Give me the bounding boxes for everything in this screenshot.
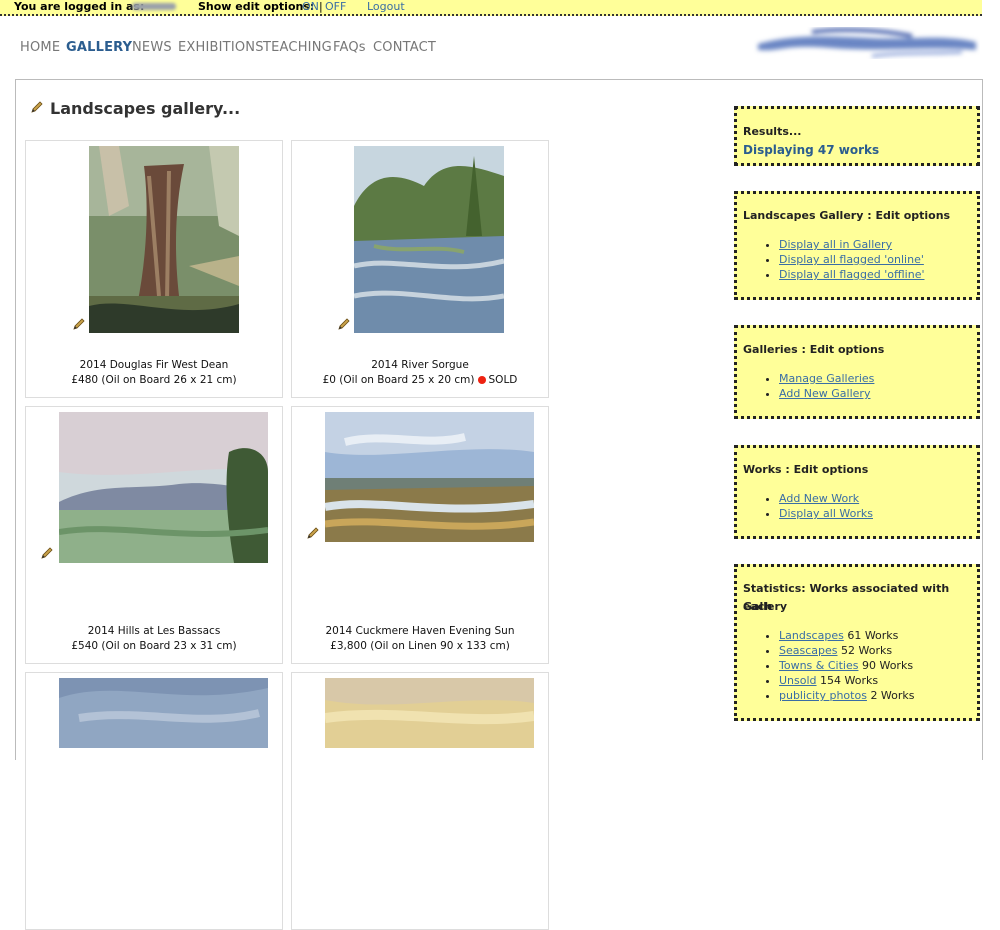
display-offline-link[interactable]: Display all flagged 'offline'	[779, 268, 924, 281]
page-title-text: Landscapes gallery...	[50, 99, 241, 118]
work-title: 2014 Hills at Les Bassacs	[87, 625, 221, 637]
stat-gallery-link[interactable]: Seascapes	[779, 644, 838, 657]
works-edit-box: Works : Edit options Add New Work Displa…	[734, 445, 980, 539]
artwork-thumbnail[interactable]	[59, 412, 268, 563]
edit-on-link[interactable]: ON	[302, 0, 319, 13]
nav-exhibitions[interactable]: EXHIBITIONS	[178, 40, 264, 55]
work-details: £0 (Oil on Board 25 x 20 cm)	[322, 374, 475, 386]
list-item: Unsold 154 Works	[779, 673, 915, 688]
list-item: Display all in Gallery	[779, 237, 924, 252]
edit-pencil-icon[interactable]	[30, 99, 44, 118]
works-edit-links: Add New Work Display all Works	[761, 491, 873, 521]
display-all-gallery-link[interactable]: Display all in Gallery	[779, 238, 892, 251]
stat-gallery-link[interactable]: publicity photos	[779, 689, 867, 702]
sold-dot-icon	[477, 376, 486, 384]
work-details: £3,800 (Oil on Linen 90 x 133 cm)	[330, 640, 510, 652]
stat-count: 2 Works	[870, 689, 915, 702]
list-item: Add New Gallery	[779, 386, 874, 401]
statistics-heading-line2: Gallery	[743, 600, 788, 613]
work-card[interactable]: 2014 Douglas Fir West Dean £480 (Oil on …	[25, 140, 283, 398]
stat-gallery-link[interactable]: Unsold	[779, 674, 817, 687]
work-title: 2014 River Sorgue	[371, 359, 469, 371]
nav-gallery[interactable]: GALLERY	[66, 40, 132, 55]
list-item: Display all flagged 'online'	[779, 252, 924, 267]
edit-pencil-icon[interactable]	[337, 317, 351, 331]
site-logo[interactable]	[752, 26, 980, 60]
statistics-box: Statistics: Works associated with each G…	[734, 564, 980, 721]
edit-pencil-icon[interactable]	[72, 317, 86, 331]
artwork-thumbnail[interactable]	[59, 678, 268, 748]
list-item: Add New Work	[779, 491, 873, 506]
work-title: 2014 Cuckmere Haven Evening Sun	[325, 625, 515, 637]
works-edit-heading: Works : Edit options	[743, 463, 869, 476]
list-item: Towns & Cities 90 Works	[779, 658, 915, 673]
work-details: £540 (Oil on Board 23 x 31 cm)	[71, 640, 237, 652]
statistics-list: Landscapes 61 Works Seascapes 52 Works T…	[761, 628, 915, 703]
nav-faqs[interactable]: FAQs	[333, 40, 366, 55]
edit-options-label: Show edit options:	[198, 0, 315, 13]
list-item: Display all flagged 'offline'	[779, 267, 924, 282]
nav-home[interactable]: HOME	[20, 40, 60, 55]
edit-pencil-icon[interactable]	[40, 546, 54, 560]
work-card[interactable]: 2014 Cuckmere Haven Evening Sun £3,800 (…	[291, 406, 549, 664]
gallery-edit-heading: Landscapes Gallery : Edit options	[743, 209, 951, 222]
artwork-thumbnail[interactable]	[325, 412, 534, 542]
page-title: Landscapes gallery...	[30, 99, 240, 118]
edit-off-link[interactable]: OFF	[325, 0, 346, 13]
galleries-edit-box: Galleries : Edit options Manage Gallerie…	[734, 325, 980, 419]
galleries-edit-heading: Galleries : Edit options	[743, 343, 885, 356]
username-redacted	[132, 3, 176, 10]
results-heading: Results...	[743, 125, 802, 138]
artwork-thumbnail[interactable]	[89, 146, 239, 333]
work-card[interactable]	[25, 672, 283, 930]
work-card[interactable]: 2014 Hills at Les Bassacs £540 (Oil on B…	[25, 406, 283, 664]
nav-news[interactable]: NEWS	[132, 40, 172, 55]
edit-separator: |	[319, 0, 323, 13]
list-item: Manage Galleries	[779, 371, 874, 386]
work-details-line: £0 (Oil on Board 25 x 20 cm) SOLD	[292, 373, 548, 388]
nav-teaching[interactable]: TEACHING	[263, 40, 332, 55]
work-card[interactable]	[291, 672, 549, 930]
galleries-edit-links: Manage Galleries Add New Gallery	[761, 371, 874, 401]
results-count: Displaying 47 works	[743, 143, 880, 157]
list-item: Display all Works	[779, 506, 873, 521]
admin-bar: You are logged in as: Show edit options:…	[0, 0, 982, 16]
gallery-edit-box: Landscapes Gallery : Edit options Displa…	[734, 191, 980, 300]
display-all-works-link[interactable]: Display all Works	[779, 507, 873, 520]
work-details: £480 (Oil on Board 26 x 21 cm)	[71, 374, 237, 386]
artwork-thumbnail[interactable]	[325, 678, 534, 748]
add-new-work-link[interactable]: Add New Work	[779, 492, 859, 505]
display-online-link[interactable]: Display all flagged 'online'	[779, 253, 924, 266]
logout-link[interactable]: Logout	[367, 0, 405, 13]
list-item: publicity photos 2 Works	[779, 688, 915, 703]
logged-in-label: You are logged in as:	[14, 0, 145, 13]
manage-galleries-link[interactable]: Manage Galleries	[779, 372, 874, 385]
nav-contact[interactable]: CONTACT	[373, 40, 436, 55]
work-title: 2014 Douglas Fir West Dean	[79, 359, 229, 371]
list-item: Landscapes 61 Works	[779, 628, 915, 643]
list-item: Seascapes 52 Works	[779, 643, 915, 658]
edit-pencil-icon[interactable]	[306, 526, 320, 540]
results-box: Results... Displaying 47 works	[734, 106, 980, 166]
gallery-edit-links: Display all in Gallery Display all flagg…	[761, 237, 924, 282]
sold-badge: SOLD	[488, 374, 518, 386]
stat-count: 52 Works	[841, 644, 893, 657]
stat-count: 61 Works	[847, 629, 899, 642]
stat-count: 154 Works	[820, 674, 879, 687]
stat-gallery-link[interactable]: Towns & Cities	[779, 659, 858, 672]
stat-count: 90 Works	[861, 659, 914, 672]
work-card[interactable]: 2014 River Sorgue £0 (Oil on Board 25 x …	[291, 140, 549, 398]
add-new-gallery-link[interactable]: Add New Gallery	[779, 387, 870, 400]
artwork-thumbnail[interactable]	[354, 146, 504, 333]
stat-gallery-link[interactable]: Landscapes	[779, 629, 844, 642]
